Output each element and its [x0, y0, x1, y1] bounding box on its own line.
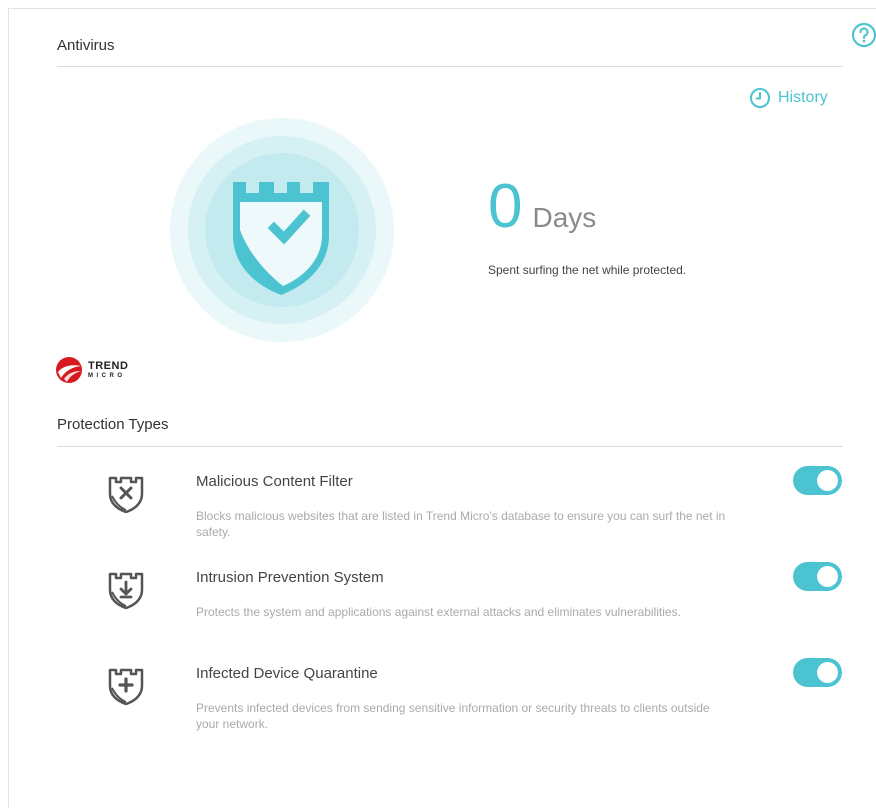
protection-item-name: Infected Device Quarantine	[196, 665, 378, 682]
title-divider	[57, 66, 843, 67]
toggle-knob	[817, 470, 838, 491]
malicious-content-filter-toggle[interactable]	[793, 466, 842, 495]
history-link[interactable]: History	[749, 86, 828, 110]
protection-divider	[57, 446, 843, 447]
protection-item-infected-device-quarantine: Infected Device Quarantine Prevents infe…	[0, 654, 876, 744]
days-value: 0	[488, 172, 523, 241]
protection-item-name: Intrusion Prevention System	[196, 569, 384, 586]
protection-item-description: Protects the system and applications aga…	[196, 605, 681, 619]
shield-plus-icon	[108, 668, 144, 706]
protection-types-title: Protection Types	[57, 416, 169, 433]
protection-item-name: Malicious Content Filter	[196, 473, 353, 490]
toggle-knob	[817, 662, 838, 683]
protection-item-malicious-content-filter: Malicious Content Filter Blocks maliciou…	[0, 462, 876, 552]
shield-x-icon	[108, 476, 144, 514]
protected-days-counter: 0 Days	[488, 176, 596, 238]
trend-micro-ball-icon	[56, 357, 82, 383]
trend-logo-line1: TREND	[88, 360, 129, 372]
toggle-knob	[817, 566, 838, 587]
help-icon[interactable]	[851, 22, 876, 48]
protection-item-intrusion-prevention-system: Intrusion Prevention System Protects the…	[0, 558, 876, 648]
trend-logo-line2: MICRO	[88, 373, 126, 379]
infected-device-quarantine-toggle[interactable]	[793, 658, 842, 687]
protection-item-description: Prevents infected devices from sending s…	[196, 701, 710, 731]
shield-arrow-icon	[108, 572, 144, 610]
page-title: Antivirus	[57, 37, 115, 54]
days-description: Spent surfing the net while protected.	[488, 263, 687, 277]
protection-shield-graphic	[170, 118, 394, 342]
days-unit: Days	[532, 202, 597, 233]
intrusion-prevention-system-toggle[interactable]	[793, 562, 842, 591]
history-label: History	[778, 89, 828, 106]
protection-item-description: Blocks malicious websites that are liste…	[196, 509, 726, 539]
trend-micro-logo: TREND MICRO	[55, 356, 128, 384]
clock-icon	[750, 88, 770, 108]
